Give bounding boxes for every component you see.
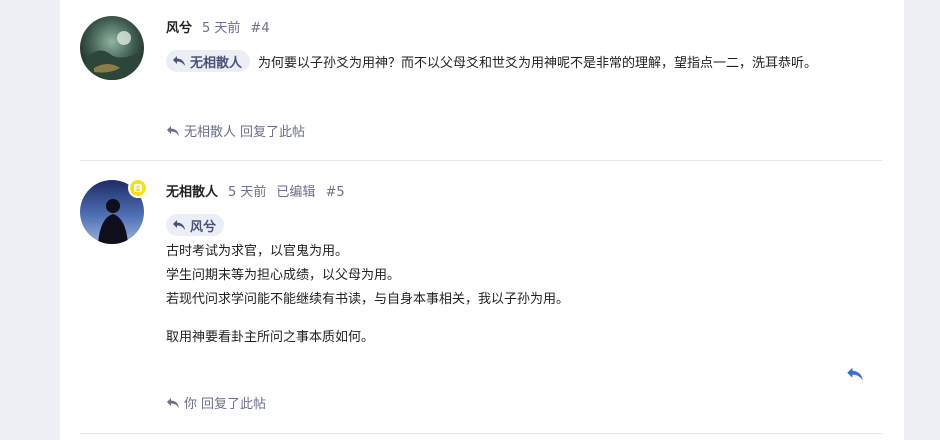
post-meta: 风兮 5 天前 #4 [166, 17, 270, 36]
footer-user[interactable]: 无相散人 [184, 121, 236, 140]
reply-icon [167, 125, 179, 136]
post-4: 风兮 5 天前 #4 无相散人 为何要以子孙爻为用神？而不以父母爻和世爻为用神呢… [80, 0, 882, 161]
reply-to-name: 无相散人 [190, 55, 243, 71]
post-number[interactable]: #4 [250, 21, 269, 36]
post-body: 古时考试为求官，以官鬼为用。 学生问期末等为担心成绩，以父母为用。 若现代问求学… [166, 240, 569, 350]
reply-icon [847, 367, 863, 381]
reply-to-name: 风兮 [190, 219, 217, 235]
avatar[interactable] [80, 16, 144, 80]
post-line: 学生问期末等为担心成绩，以父母为用。 [166, 268, 401, 283]
post-footer[interactable]: 你 回复了此帖 [166, 393, 266, 412]
post-edited[interactable]: 已编辑 [276, 181, 315, 200]
discussion-card: 风兮 5 天前 #4 无相散人 为何要以子孙爻为用神？而不以父母爻和世爻为用神呢… [60, 0, 904, 440]
post-author[interactable]: 无相散人 [166, 181, 218, 200]
post-time[interactable]: 5 天前 [228, 181, 266, 200]
post-content: 无相散人 为何要以子孙爻为用神？而不以父母爻和世爻为用神呢不是非常的理解，望指点… [166, 50, 817, 72]
post-line: 古时考试为求官，以官鬼为用。 [166, 244, 349, 259]
post-meta: 无相散人 5 天前 已编辑 #5 [166, 181, 345, 200]
reply-icon [167, 397, 179, 408]
user-icon [134, 184, 142, 192]
post-time[interactable]: 5 天前 [202, 17, 240, 36]
footer-text: 回复了此帖 [201, 397, 267, 412]
reply-to-chip[interactable]: 风兮 [166, 214, 225, 236]
reply-icon [173, 56, 185, 66]
post-line: 取用神要看卦主所问之事本质如何。 [166, 330, 375, 345]
post-number[interactable]: #5 [325, 185, 344, 200]
footer-text: 回复了此帖 [240, 125, 306, 140]
post-line: 若现代问求学问能不能继续有书读，与自身本事相关，我以子孙为用。 [166, 292, 570, 307]
user-badge [128, 178, 148, 198]
post-footer[interactable]: 无相散人 回复了此帖 [166, 121, 305, 140]
post-5: 无相散人 5 天前 已编辑 #5 风兮 古时考试为求官，以官鬼为用。 学生问期末… [80, 161, 882, 434]
post-text: 为何要以子孙爻为用神？而不以父母爻和世爻为用神呢不是非常的理解，望指点一二，洗耳… [258, 55, 818, 71]
reply-to-chip[interactable]: 无相散人 [166, 50, 251, 72]
footer-user[interactable]: 你 [184, 393, 197, 412]
post-author[interactable]: 风兮 [166, 17, 192, 36]
reply-button[interactable] [846, 366, 866, 384]
reply-icon [173, 220, 185, 230]
